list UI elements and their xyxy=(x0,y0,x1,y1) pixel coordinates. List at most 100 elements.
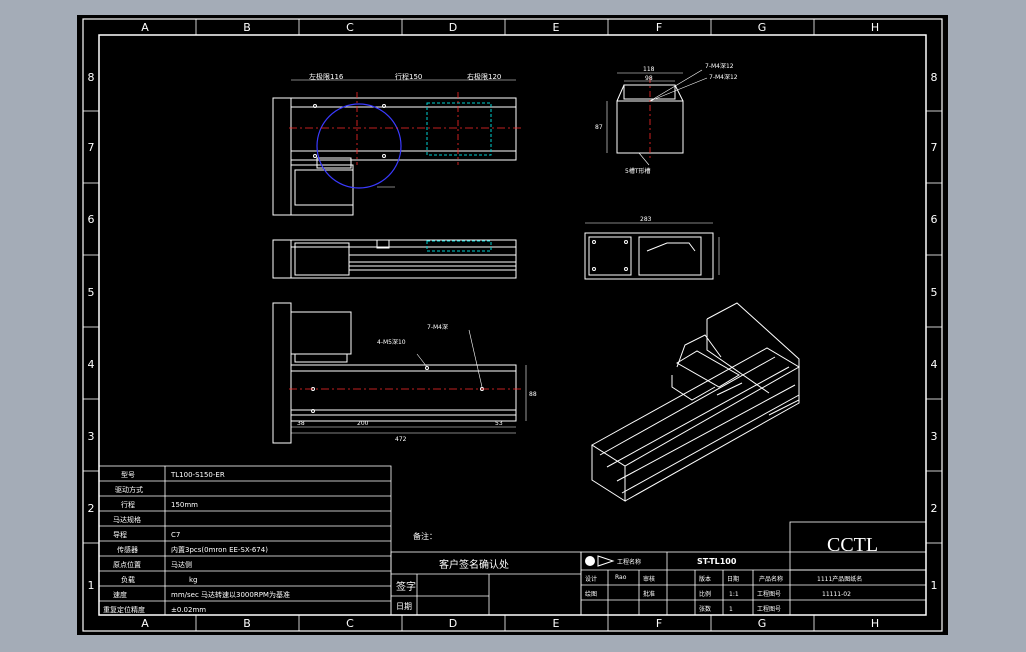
dim-stroke: 行程150 xyxy=(395,72,422,81)
cad-drawing: A B C D E F G H A B C D E F G H 8 7 6 5 … xyxy=(82,18,943,632)
cell-scale-label: 比例 xyxy=(699,590,711,598)
row-label-left: 6 xyxy=(88,213,95,226)
col-label-top: E xyxy=(553,21,560,34)
dim-right-limit: 右极限120 xyxy=(467,72,501,81)
col-label-top: F xyxy=(656,21,662,34)
note-section-holes: 7-M4深12 xyxy=(705,62,734,70)
col-label-top: B xyxy=(243,21,251,34)
end-view xyxy=(584,222,720,280)
isometric-view xyxy=(591,302,800,502)
dim-bottom-2: 200 xyxy=(357,420,369,427)
row-label-left: 8 xyxy=(88,71,95,84)
row-label-right: 2 xyxy=(931,502,938,515)
cell-scale: 1:1 xyxy=(729,591,739,598)
cell-code-label: 工程图号 xyxy=(757,590,781,598)
cell-approve: 批准 xyxy=(643,590,655,598)
title-drawing-no: ST-TL100 xyxy=(697,557,737,566)
note-section-holes-2: 7-M4深12 xyxy=(709,73,738,81)
top-view xyxy=(272,79,524,216)
row-label-left: 4 xyxy=(88,358,95,371)
col-label-bottom: F xyxy=(656,617,662,630)
cell-type: 工程图号 xyxy=(757,605,781,613)
col-label-top: G xyxy=(758,21,767,34)
col-label-top: C xyxy=(346,21,354,34)
cell-date: 日期 xyxy=(727,575,739,583)
spec-value-sensor: 内置3pcs(0mron EE-SX-674) xyxy=(171,545,268,554)
dim-left-limit: 左极限116 xyxy=(309,72,344,81)
inner-border xyxy=(98,34,927,616)
dim-section-inner: 98 xyxy=(645,75,653,82)
spec-value-speed: mm/sec 马达转速以3000RPM为基准 xyxy=(171,590,290,599)
row-label-left: 3 xyxy=(88,430,95,443)
spec-label-load: 负载 xyxy=(121,575,135,584)
spec-label-speed: 速度 xyxy=(113,590,127,599)
spec-label-repeatability: 重复定位精度 xyxy=(103,605,145,614)
spec-value-load: kg xyxy=(189,576,198,584)
row-label-right: 8 xyxy=(931,71,938,84)
dim-bottom-1: 38 xyxy=(297,420,305,427)
outer-border xyxy=(82,18,943,632)
spec-value-stroke: 150mm xyxy=(171,501,198,509)
cell-sheet: 1 xyxy=(729,606,733,613)
row-label-right: 4 xyxy=(931,358,938,371)
title-project-label: 工程名称 xyxy=(617,558,641,566)
spec-label-motor: 马达规格 xyxy=(113,515,141,524)
spec-value-model: TL100-S150-ER xyxy=(170,471,225,479)
row-label-left: 2 xyxy=(88,502,95,515)
cell-product-label: 产品名称 xyxy=(759,575,783,583)
bottom-view xyxy=(272,302,527,444)
col-label-bottom: G xyxy=(758,617,767,630)
title-product-name: 1111产品图纸名 xyxy=(817,575,862,583)
spec-label-model: 型号 xyxy=(121,470,135,479)
title-code: 11111-02 xyxy=(822,591,851,598)
col-label-bottom: C xyxy=(346,617,354,630)
col-label-bottom: B xyxy=(243,617,251,630)
col-label-bottom: A xyxy=(141,617,149,630)
row-label-left: 5 xyxy=(88,286,95,299)
dim-bottom-3: 53 xyxy=(495,420,503,427)
grid-ticks xyxy=(83,19,942,631)
row-label-right: 6 xyxy=(931,213,938,226)
col-label-bottom: D xyxy=(449,617,457,630)
notes-label: 备注： xyxy=(413,531,437,541)
dim-section-top: 118 xyxy=(643,66,655,73)
spec-value-repeatability: ±0.02mm xyxy=(171,606,206,614)
drawing-sheet: A B C D E F G H A B C D E F G H 8 7 6 5 … xyxy=(77,15,948,635)
row-label-right: 3 xyxy=(931,430,938,443)
row-label-right: 7 xyxy=(931,141,938,154)
row-label-right: 5 xyxy=(931,286,938,299)
dim-bottom-height: 88 xyxy=(529,391,537,398)
cell-count-label: 张数 xyxy=(699,605,711,613)
dim-end-width: 283 xyxy=(640,216,652,223)
note-bottom-a: 4-M5深10 xyxy=(377,338,406,346)
confirm-date-label: 日期 xyxy=(396,602,412,611)
col-label-bottom: E xyxy=(553,617,560,630)
side-view xyxy=(272,239,517,279)
grid-labels: A B C D E F G H A B C D E F G H 8 7 6 5 … xyxy=(88,21,938,630)
spec-label-sensor: 传感器 xyxy=(117,545,138,554)
cell-version: 版本 xyxy=(699,575,711,583)
dim-section-side: 87 xyxy=(595,124,603,131)
cell-drawn: 绘图 xyxy=(585,590,597,598)
col-label-bottom: H xyxy=(871,617,879,630)
spec-label-stroke: 行程 xyxy=(121,500,135,509)
col-label-top: D xyxy=(449,21,457,34)
confirm-sign-label: 签字 xyxy=(396,580,416,593)
section-view xyxy=(606,69,708,166)
title-company: CCTL xyxy=(827,534,878,556)
spec-label-drive: 驱动方式 xyxy=(115,485,143,494)
row-label-left: 1 xyxy=(88,579,95,592)
cell-design: 设计 xyxy=(585,575,597,583)
spec-label-lead: 导程 xyxy=(113,530,127,539)
col-label-top: H xyxy=(871,21,879,34)
confirm-title: 客户签名确认处 xyxy=(439,558,509,571)
logo-icon xyxy=(585,555,615,567)
note-bottom-b: 7-M4深 xyxy=(427,323,448,331)
row-label-left: 7 xyxy=(88,141,95,154)
spec-label-origin: 原点位置 xyxy=(113,560,141,569)
spec-value-lead: C7 xyxy=(171,531,180,539)
cell-designer: Rao xyxy=(615,574,627,581)
row-label-right: 1 xyxy=(931,579,938,592)
spec-value-origin: 马达侧 xyxy=(171,560,192,569)
note-section-groove: 5槽T形槽 xyxy=(625,167,650,175)
